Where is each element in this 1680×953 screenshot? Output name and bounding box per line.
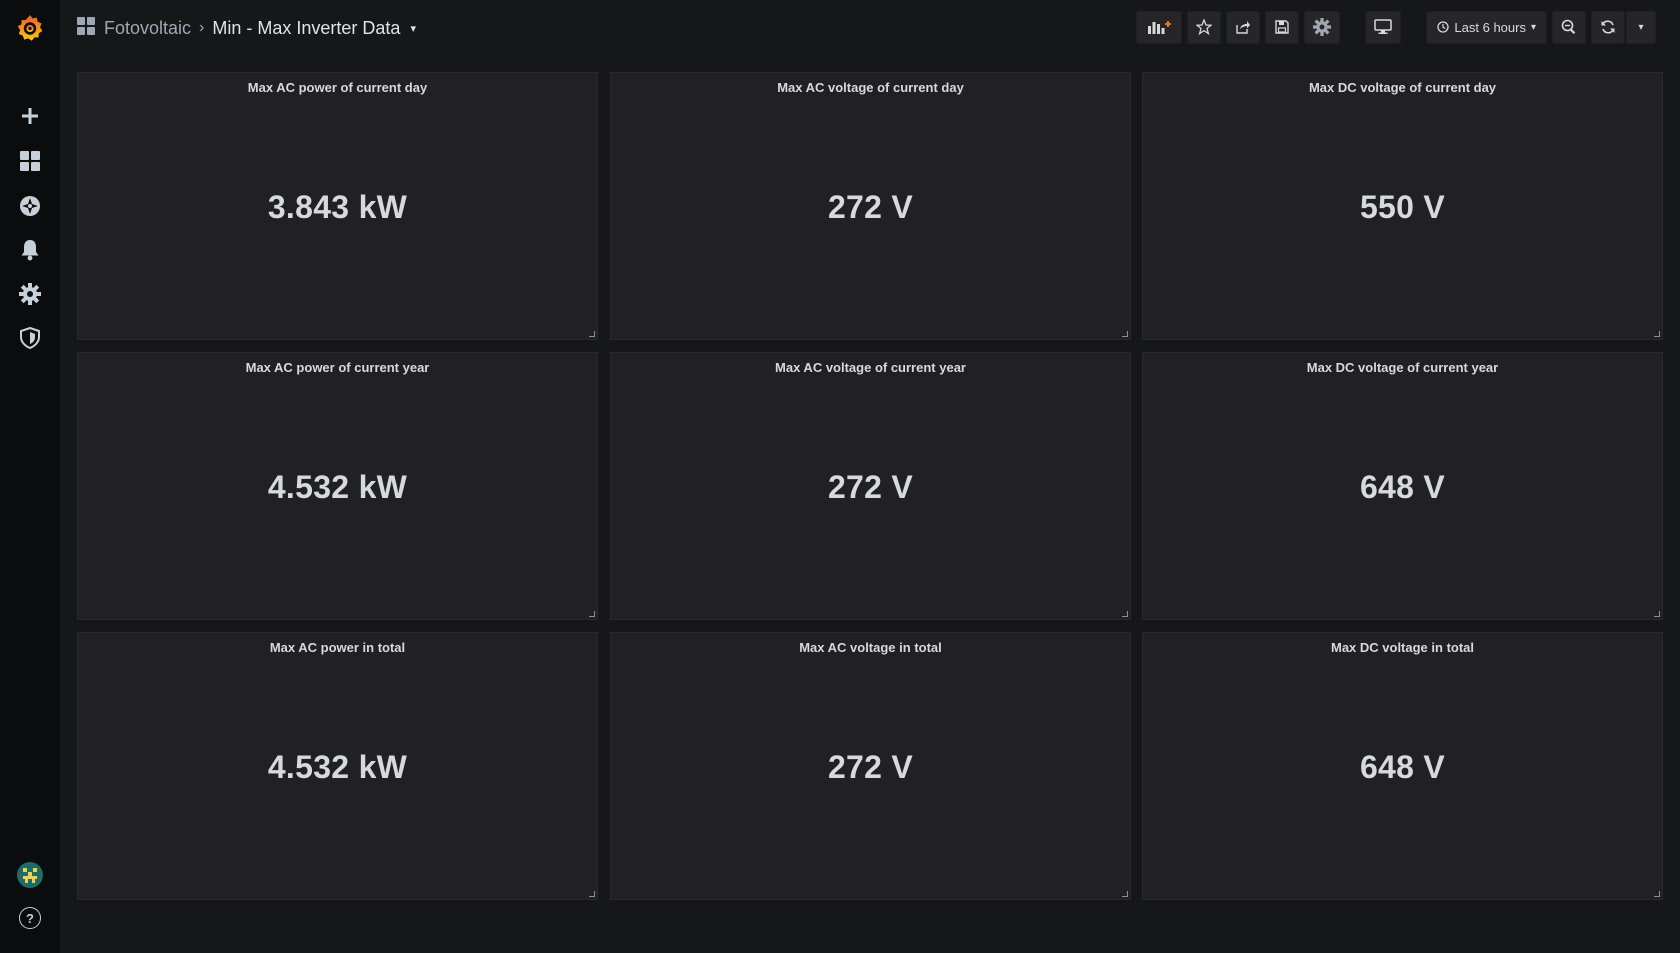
panel-title[interactable]: Max DC voltage in total: [1143, 640, 1662, 655]
singlestat-panel[interactable]: Max DC voltage of current year 648 V: [1142, 352, 1663, 620]
panel-title[interactable]: Max AC voltage of current day: [611, 80, 1130, 95]
save-icon: [1275, 20, 1290, 34]
time-range-caret-icon: ▾: [1530, 21, 1536, 33]
panel-resize-handle-icon[interactable]: [1654, 331, 1660, 337]
dashboard-title[interactable]: Min - Max Inverter Data: [212, 18, 400, 39]
panel-value: 648 V: [1359, 469, 1446, 505]
singlestat-panel[interactable]: Max AC voltage of current day 272 V: [610, 72, 1131, 340]
panel-value: 550 V: [1359, 189, 1446, 225]
settings-gear-icon: [1313, 18, 1332, 36]
star-dashboard-button[interactable]: [1187, 10, 1222, 44]
zoom-out-button[interactable]: [1552, 10, 1586, 44]
panel-title[interactable]: Max AC power of current day: [78, 80, 597, 95]
panel-value: 3.843 kW: [267, 189, 408, 225]
panel-title[interactable]: Max DC voltage of current year: [1143, 360, 1662, 375]
main-area: Fotovoltaic › Min - Max Inverter Data ▾: [60, 0, 1680, 953]
save-dashboard-button[interactable]: [1265, 10, 1300, 44]
monitor-icon: [1374, 19, 1393, 34]
panel-resize-handle-icon[interactable]: [1122, 891, 1128, 897]
singlestat-panel[interactable]: Max DC voltage in total 648 V: [1142, 632, 1663, 900]
cycle-view-mode-button[interactable]: [1365, 10, 1402, 44]
clock-icon: [1437, 21, 1450, 33]
refresh-button[interactable]: [1591, 10, 1625, 44]
add-panel-icon: [1148, 21, 1172, 34]
breadcrumb: Fotovoltaic › Min - Max Inverter Data ▾: [76, 16, 416, 40]
navbar: Fotovoltaic › Min - Max Inverter Data ▾: [60, 0, 1680, 56]
help-glyph: ?: [19, 907, 41, 929]
panel-title[interactable]: Max AC voltage of current year: [611, 360, 1130, 375]
singlestat-panel[interactable]: Max AC power of current day 3.843 kW: [77, 72, 598, 340]
panel-resize-handle-icon[interactable]: [1122, 611, 1128, 617]
panel-resize-handle-icon[interactable]: [589, 331, 595, 337]
panel-value: 272 V: [827, 749, 914, 785]
configuration-gear-icon[interactable]: [0, 274, 60, 314]
panel-title[interactable]: Max DC voltage of current day: [1143, 80, 1662, 95]
help-icon[interactable]: ?: [0, 898, 60, 938]
grafana-logo-icon[interactable]: [0, 6, 60, 50]
server-admin-shield-icon[interactable]: [0, 318, 60, 358]
dashboard-settings-button[interactable]: [1304, 10, 1341, 44]
panel-value: 272 V: [827, 469, 914, 505]
dashboard-grid-icon[interactable]: [76, 16, 96, 41]
dashboard-toolbar: Last 6 hours ▾ ▾: [1136, 10, 1656, 44]
user-avatar[interactable]: [0, 855, 60, 895]
panel-value: 4.532 kW: [267, 749, 408, 785]
panel-value: 4.532 kW: [267, 469, 408, 505]
panel-resize-handle-icon[interactable]: [1654, 611, 1660, 617]
panel-resize-handle-icon[interactable]: [1654, 891, 1660, 897]
singlestat-panel[interactable]: Max AC voltage of current year 272 V: [610, 352, 1131, 620]
breadcrumb-separator: ›: [199, 19, 205, 36]
panel-title[interactable]: Max AC voltage in total: [611, 640, 1130, 655]
share-icon: [1236, 21, 1251, 34]
breadcrumb-folder-link[interactable]: Fotovoltaic: [104, 18, 191, 39]
alerting-bell-icon[interactable]: [0, 230, 60, 270]
star-icon: [1196, 19, 1213, 35]
panel-value: 272 V: [827, 189, 914, 225]
refresh-button-group: ▾: [1591, 10, 1656, 44]
dashboard-dropdown-caret-icon[interactable]: ▾: [410, 22, 416, 35]
create-plus-icon[interactable]: [0, 96, 60, 136]
panel-resize-handle-icon[interactable]: [589, 611, 595, 617]
panel-resize-handle-icon[interactable]: [1122, 331, 1128, 337]
side-menu: ?: [0, 0, 60, 953]
refresh-interval-dropdown[interactable]: ▾: [1626, 10, 1656, 44]
time-range-picker[interactable]: Last 6 hours ▾: [1426, 10, 1547, 44]
singlestat-panel[interactable]: Max AC voltage in total 272 V: [610, 632, 1131, 900]
dashboards-grid-icon[interactable]: [0, 141, 60, 181]
add-panel-button[interactable]: [1136, 10, 1183, 44]
time-range-label: Last 6 hours: [1454, 19, 1526, 35]
panel-title[interactable]: Max AC power in total: [78, 640, 597, 655]
panel-title[interactable]: Max AC power of current year: [78, 360, 597, 375]
refresh-icon: [1601, 20, 1615, 34]
explore-compass-icon[interactable]: [0, 186, 60, 226]
singlestat-panel[interactable]: Max AC power in total 4.532 kW: [77, 632, 598, 900]
singlestat-panel[interactable]: Max AC power of current year 4.532 kW: [77, 352, 598, 620]
singlestat-panel[interactable]: Max DC voltage of current day 550 V: [1142, 72, 1663, 340]
zoom-out-icon: [1561, 19, 1576, 34]
refresh-interval-caret-icon: ▾: [1638, 21, 1644, 33]
panel-resize-handle-icon[interactable]: [589, 891, 595, 897]
share-dashboard-button[interactable]: [1226, 10, 1261, 44]
panel-value: 648 V: [1359, 749, 1446, 785]
